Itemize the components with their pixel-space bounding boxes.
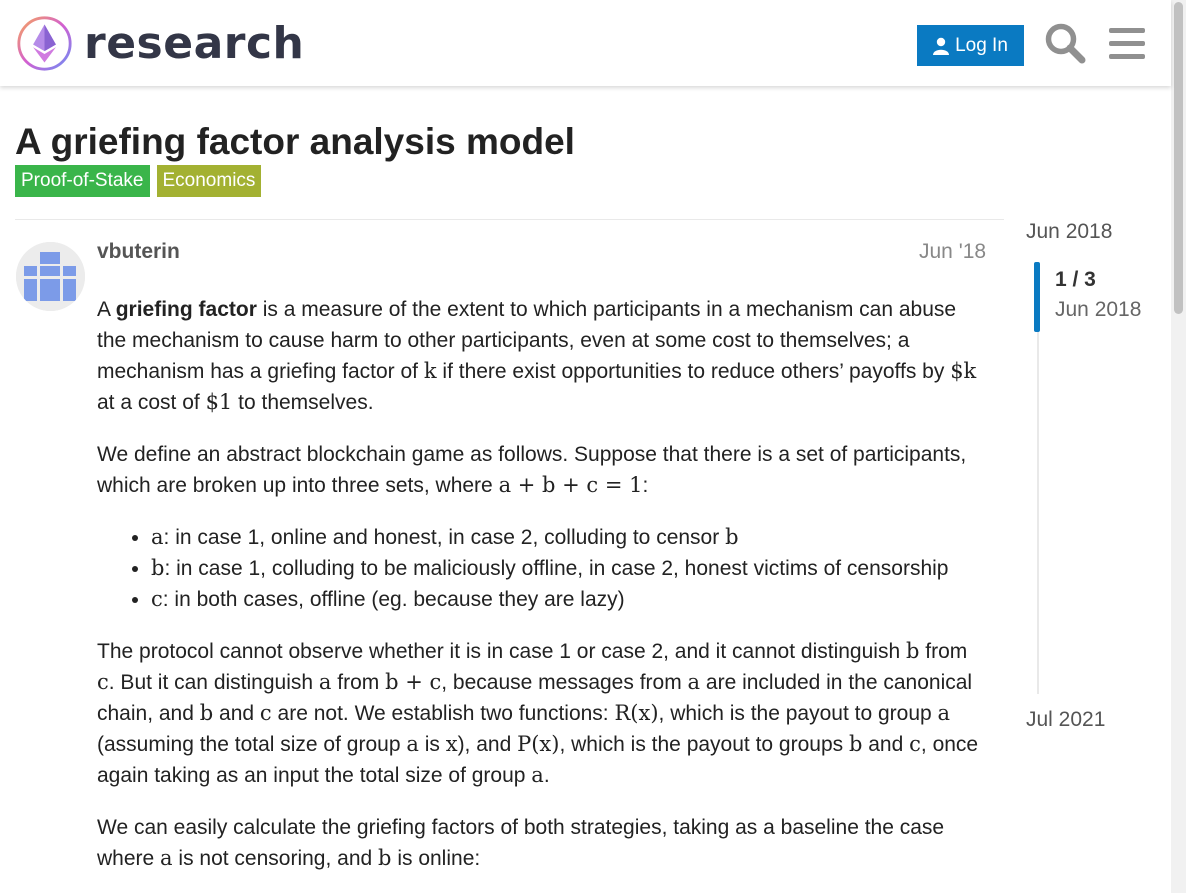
text: .: [543, 764, 550, 787]
math: c: [97, 670, 109, 694]
participant-sets-list: a: in case 1, online and honest, in case…: [97, 522, 989, 615]
scrollbar-thumb[interactable]: [1174, 2, 1183, 314]
ethereum-logo-icon: [17, 16, 72, 71]
math: b: [725, 525, 739, 549]
math: a + b + c = 1: [498, 473, 643, 497]
text: , which is the payout to groups: [559, 733, 849, 756]
tag-economics[interactable]: Economics: [156, 165, 262, 197]
text: from: [919, 640, 968, 663]
math: b + c: [385, 670, 442, 694]
text: and: [862, 733, 910, 756]
list-item: b: in case 1, colluding to be maliciousl…: [151, 553, 989, 584]
list-item: c: in both cases, offline (eg. because t…: [151, 584, 989, 615]
text: ), and: [457, 733, 518, 756]
paragraph-protocol: The protocol cannot observe whether it i…: [97, 636, 989, 791]
post-body: A griefing factor is a measure of the ex…: [97, 294, 989, 895]
text: , which is the payout to group: [658, 702, 938, 725]
text: . But it can distinguish: [108, 671, 319, 694]
topic-divider: [15, 219, 1004, 220]
text: from: [331, 671, 386, 694]
text: to themselves.: [232, 391, 374, 414]
math: R(x): [614, 701, 659, 725]
math: a: [318, 670, 332, 694]
math: b: [378, 846, 392, 870]
math: a: [151, 525, 164, 549]
text: at a cost of: [97, 391, 206, 414]
text: if there exist opportunities to reduce o…: [436, 360, 951, 383]
login-button[interactable]: Log In: [917, 25, 1024, 66]
site-logo[interactable]: research: [16, 15, 304, 72]
paragraph-griefing-definition: A griefing factor is a measure of the ex…: [97, 294, 989, 418]
user-icon: [933, 37, 950, 55]
tag-proof-of-stake[interactable]: Proof-of-Stake: [15, 165, 150, 197]
text: The protocol cannot observe whether it i…: [97, 640, 906, 663]
paragraph-griefing-calculation: We can easily calculate the griefing fac…: [97, 812, 989, 874]
search-icon[interactable]: [1044, 22, 1086, 64]
math: b: [199, 701, 214, 725]
text: and: [213, 702, 260, 725]
math: a: [531, 763, 544, 787]
math: P(x): [517, 732, 560, 756]
post-author[interactable]: vbuterin: [97, 240, 180, 264]
text: are not. We establish two functions:: [271, 702, 615, 725]
math: x: [445, 732, 458, 756]
timeline-start-date[interactable]: Jun 2018: [1026, 220, 1112, 244]
text: , because messages from: [441, 671, 688, 694]
text: : in case 1, colluding to be maliciously…: [164, 557, 949, 580]
math: b: [151, 556, 165, 580]
topic-title[interactable]: A griefing factor analysis model: [15, 120, 575, 164]
math: a: [937, 701, 951, 725]
timeline-scroll-handle[interactable]: [1034, 262, 1040, 332]
text: :: [642, 474, 649, 497]
text: is not censoring, and: [172, 847, 379, 870]
math: $1: [205, 390, 233, 414]
text: is: [418, 733, 446, 756]
post-date[interactable]: Jun '18: [919, 240, 986, 264]
timeline-end-date[interactable]: Jul 2021: [1026, 708, 1105, 732]
timeline-current-date: Jun 2018: [1055, 298, 1142, 321]
hamburger-menu-icon[interactable]: [1106, 22, 1148, 64]
avatar[interactable]: [16, 242, 85, 311]
term-griefing-factor: griefing factor: [115, 298, 257, 321]
math: a: [406, 732, 419, 756]
paragraph-game-definition: We define an abstract blockchain game as…: [97, 439, 989, 501]
math: k: [423, 359, 437, 383]
math: c: [259, 701, 272, 725]
text: is online:: [391, 847, 481, 870]
text: : in both cases, offline (eg. because th…: [162, 588, 625, 611]
text: A: [97, 298, 116, 321]
site-header: research Log In: [0, 0, 1171, 86]
math: b: [905, 639, 920, 663]
site-name: research: [84, 18, 305, 69]
math: c: [909, 732, 921, 756]
list-item: a: in case 1, online and honest, in case…: [151, 522, 989, 553]
identicon-avatar-icon: [16, 242, 85, 311]
topic-tags: Proof-of-Stake Economics: [15, 165, 262, 197]
math: a: [687, 670, 701, 694]
login-label: Log In: [955, 34, 1008, 56]
math: a: [160, 846, 173, 870]
text: (assuming the total size of group: [97, 733, 407, 756]
math: b: [848, 732, 863, 756]
timeline-post-count: 1 / 3: [1055, 268, 1096, 291]
math: c: [151, 587, 163, 611]
text: : in case 1, online and honest, in case …: [163, 526, 726, 549]
math: $k: [950, 359, 977, 383]
